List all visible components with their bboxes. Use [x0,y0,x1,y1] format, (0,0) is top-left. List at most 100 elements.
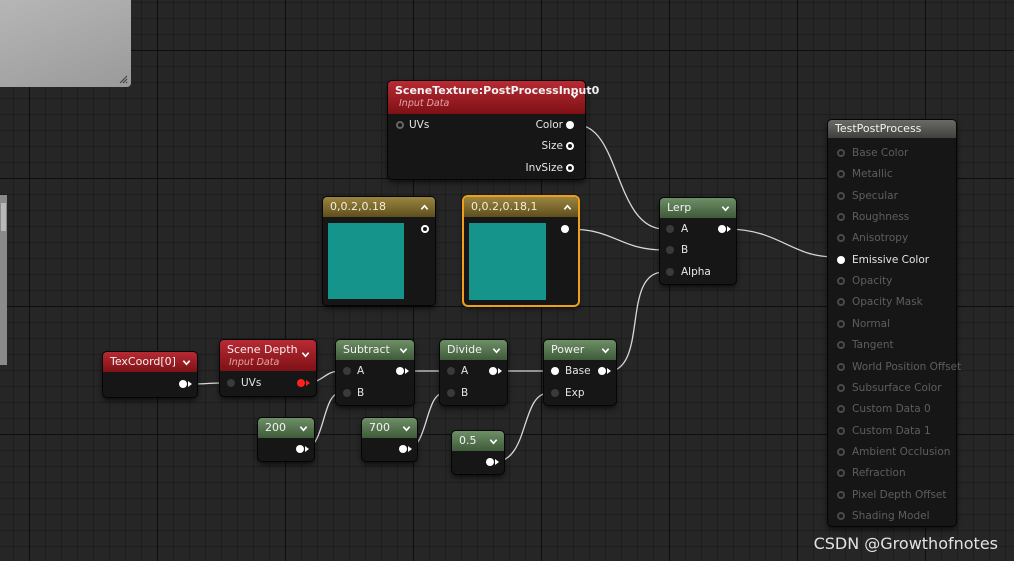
texcoord-node[interactable]: TexCoord[0] [103,352,197,397]
lerp-header[interactable]: Lerp [660,198,736,218]
divide-header[interactable]: Divide [440,340,507,360]
input-pin-uvs[interactable] [227,379,235,387]
chevron-up-icon[interactable] [563,203,572,212]
material-input-pin[interactable] [837,234,845,243]
input-pin-a[interactable] [666,225,674,233]
subtract-node[interactable]: Subtract A B [336,340,414,405]
chevron-down-icon[interactable] [402,424,411,433]
constant3-header[interactable]: 0,0.2,0.18 [323,197,435,217]
divide-node[interactable]: Divide A B [440,340,507,405]
input-pin-exp[interactable] [551,389,559,397]
power-header[interactable]: Power [544,340,616,360]
chevron-up-icon[interactable] [420,203,429,212]
material-output-node[interactable]: TestPostProcess Base Color Metallic Specul… [828,120,961,526]
material-input-pin[interactable] [837,511,845,520]
material-pin-label: Normal [852,317,890,330]
output-pin-invsize[interactable] [566,164,574,172]
chevron-down-icon[interactable] [492,346,501,355]
pin-label-exp: Exp [565,387,585,399]
chevron-down-icon[interactable] [721,204,730,213]
chevron-down-icon[interactable] [601,346,610,355]
constant4-vector-node[interactable]: 0,0.2,0.18,1 [464,197,578,305]
lerp-node[interactable]: Lerp A B Alpha [660,198,736,284]
material-input-pin[interactable] [837,213,845,222]
material-pin-label: Pixel Depth Offset [852,488,947,501]
output-pin-size[interactable] [566,142,574,150]
material-pin-label: Tangent [852,339,894,352]
constant4-header[interactable]: 0,0.2,0.18,1 [464,197,578,217]
input-pin-b[interactable] [343,389,351,397]
output-pin[interactable] [396,367,404,375]
material-input-pin[interactable] [837,191,845,200]
output-pin[interactable] [561,225,569,233]
node-title: TestPostProcess [835,122,922,135]
input-pin-b[interactable] [666,246,674,254]
constant-0-5-node[interactable]: 0.5 [452,431,504,474]
material-input-pin[interactable] [837,255,845,264]
pin-label-color: Color [535,119,563,131]
input-pin-b[interactable] [447,389,455,397]
texcoord-header[interactable]: TexCoord[0] [103,352,197,372]
wire-lerp-to-emissive [725,228,836,258]
material-input-pin[interactable] [837,469,845,478]
material-input-pin[interactable] [837,383,845,392]
material-input-pin[interactable] [837,277,845,286]
chevron-down-icon[interactable] [182,358,191,367]
node-subtitle: Input Data [229,357,280,368]
material-input-pin[interactable] [837,362,845,371]
pin-label-size: Size [541,140,563,152]
output-arrow-icon [607,368,611,374]
material-header[interactable]: TestPostProcess [828,120,956,138]
output-pin[interactable] [296,445,304,453]
output-pin[interactable] [399,445,407,453]
input-pin-alpha[interactable] [666,268,674,276]
output-pin[interactable] [718,225,726,233]
scene-texture-header[interactable]: SceneTexture:PostProcessInput0 Input Dat… [388,81,599,114]
material-input-pin[interactable] [837,490,845,499]
scene-texture-node[interactable]: SceneTexture:PostProcessInput0 Input Dat… [388,81,599,179]
node-value: 200 [265,421,286,434]
constant-700-node[interactable]: 700 [362,418,417,461]
pin-label-b: B [461,387,469,399]
material-input-pin[interactable] [837,149,845,157]
output-pin[interactable] [297,379,305,387]
output-pin[interactable] [489,367,497,375]
material-input-pin[interactable] [837,170,845,179]
pin-label-a: A [461,365,469,377]
subtract-header[interactable]: Subtract [336,340,414,360]
node-title: 0,0.2,0.18,1 [471,200,538,213]
color-swatch [469,223,546,300]
output-pin-color[interactable] [566,121,574,129]
material-input-pin[interactable] [837,447,845,456]
input-pin-base[interactable] [551,367,559,375]
power-node[interactable]: Power Base Exp [544,340,616,405]
output-arrow-icon [405,368,409,374]
chevron-down-icon[interactable] [301,350,310,359]
material-input-pin[interactable] [837,298,845,307]
output-pin[interactable] [421,225,429,233]
material-pin-label: Ambient Occlusion [852,445,951,458]
wire-const-to-lerp-b [568,228,665,251]
constant-header[interactable]: 700 [362,418,417,438]
material-input-pin[interactable] [837,405,845,414]
constant-header[interactable]: 0.5 [452,431,504,451]
scene-depth-header[interactable]: Scene Depth Input Data [220,340,316,371]
chevron-down-icon[interactable] [489,437,498,446]
chevron-down-icon[interactable] [570,91,579,100]
material-input-pin[interactable] [837,319,845,328]
input-pin-a[interactable] [447,367,455,375]
scene-depth-node[interactable]: Scene Depth Input Data UVs [220,340,316,396]
input-pin-uvs[interactable] [396,121,404,129]
output-pin[interactable] [486,458,494,466]
material-input-pin[interactable] [837,426,845,435]
constant-200-node[interactable]: 200 [258,418,314,461]
input-pin-a[interactable] [343,367,351,375]
chevron-down-icon[interactable] [299,424,308,433]
material-pin-label: Opacity Mask [852,296,923,309]
output-pin[interactable] [598,367,606,375]
chevron-down-icon[interactable] [399,346,408,355]
constant-header[interactable]: 200 [258,418,314,438]
constant3-vector-node[interactable]: 0,0.2,0.18 [323,197,435,305]
material-input-pin[interactable] [837,341,845,350]
output-pin[interactable] [179,380,187,388]
